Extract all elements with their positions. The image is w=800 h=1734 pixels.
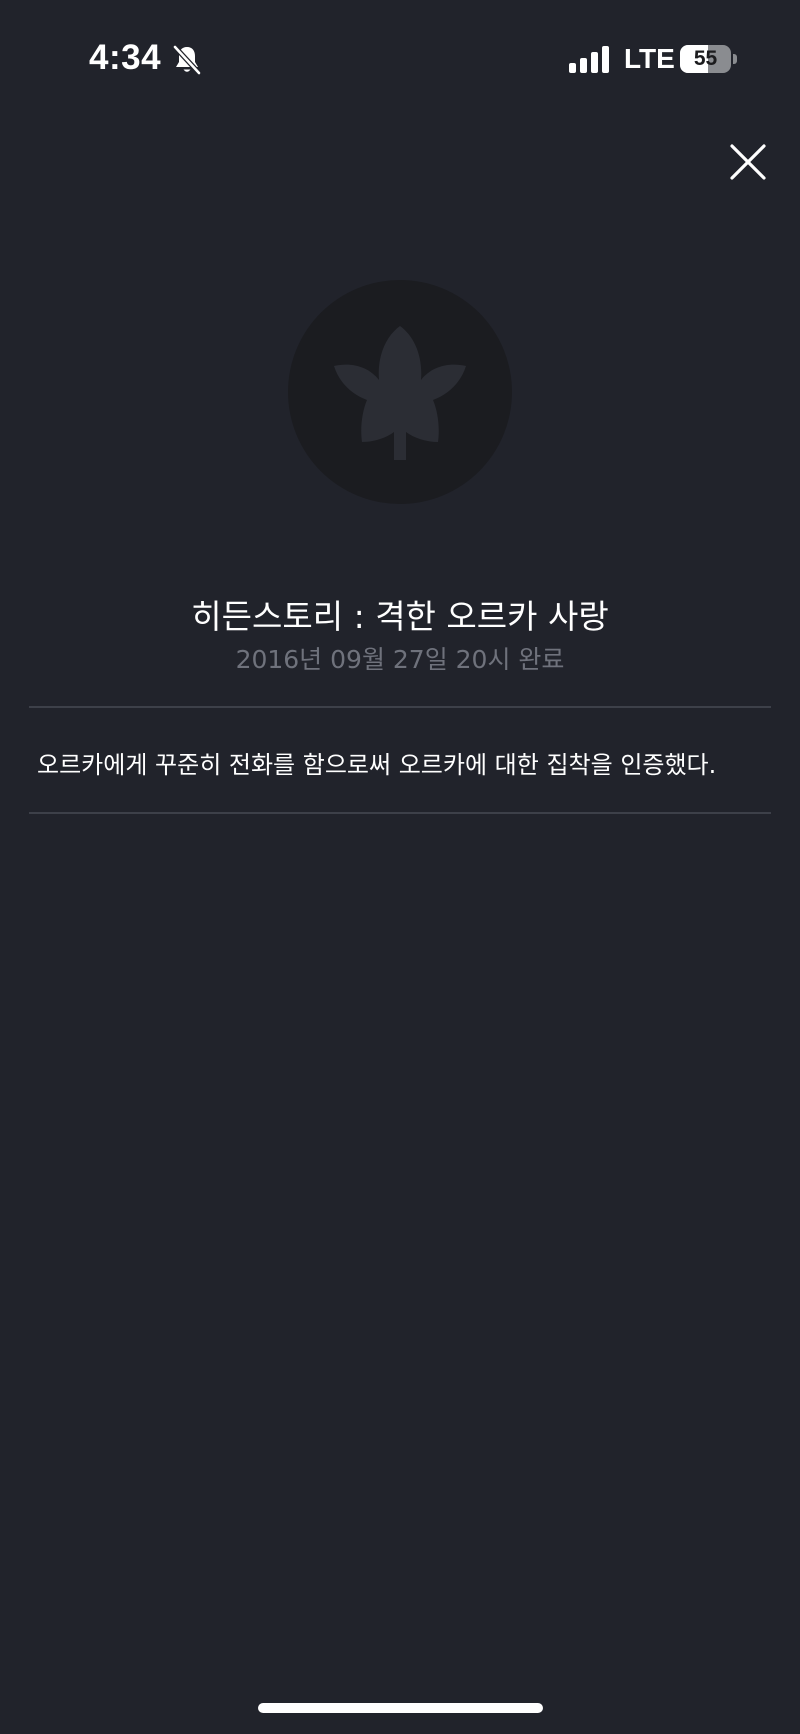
maple-leaf-icon <box>334 326 466 460</box>
status-bar: 4:34 LTE 55 <box>0 0 800 120</box>
divider <box>29 812 771 814</box>
cellular-signal-icon <box>569 46 609 73</box>
completion-date: 2016년 09월 27일 20시 완료 <box>235 645 565 674</box>
close-icon[interactable] <box>726 140 770 184</box>
achievement-title: 히든스토리 : 격한 오르카 사랑 <box>191 597 609 636</box>
bell-slash-icon <box>173 45 201 75</box>
battery-body: 55 <box>680 45 731 73</box>
divider <box>29 706 771 708</box>
battery-level: 55 <box>693 47 718 70</box>
achievement-description: 오르카에게 꾸준히 전화를 함으로써 오르카에 대한 집착을 인증했다. <box>37 751 717 779</box>
battery-icon: 55 <box>680 45 737 73</box>
network-type: LTE <box>624 43 675 74</box>
status-time: 4:34 <box>89 38 162 77</box>
home-indicator[interactable] <box>258 1703 543 1713</box>
battery-cap <box>733 54 737 64</box>
achievement-badge <box>288 280 512 504</box>
